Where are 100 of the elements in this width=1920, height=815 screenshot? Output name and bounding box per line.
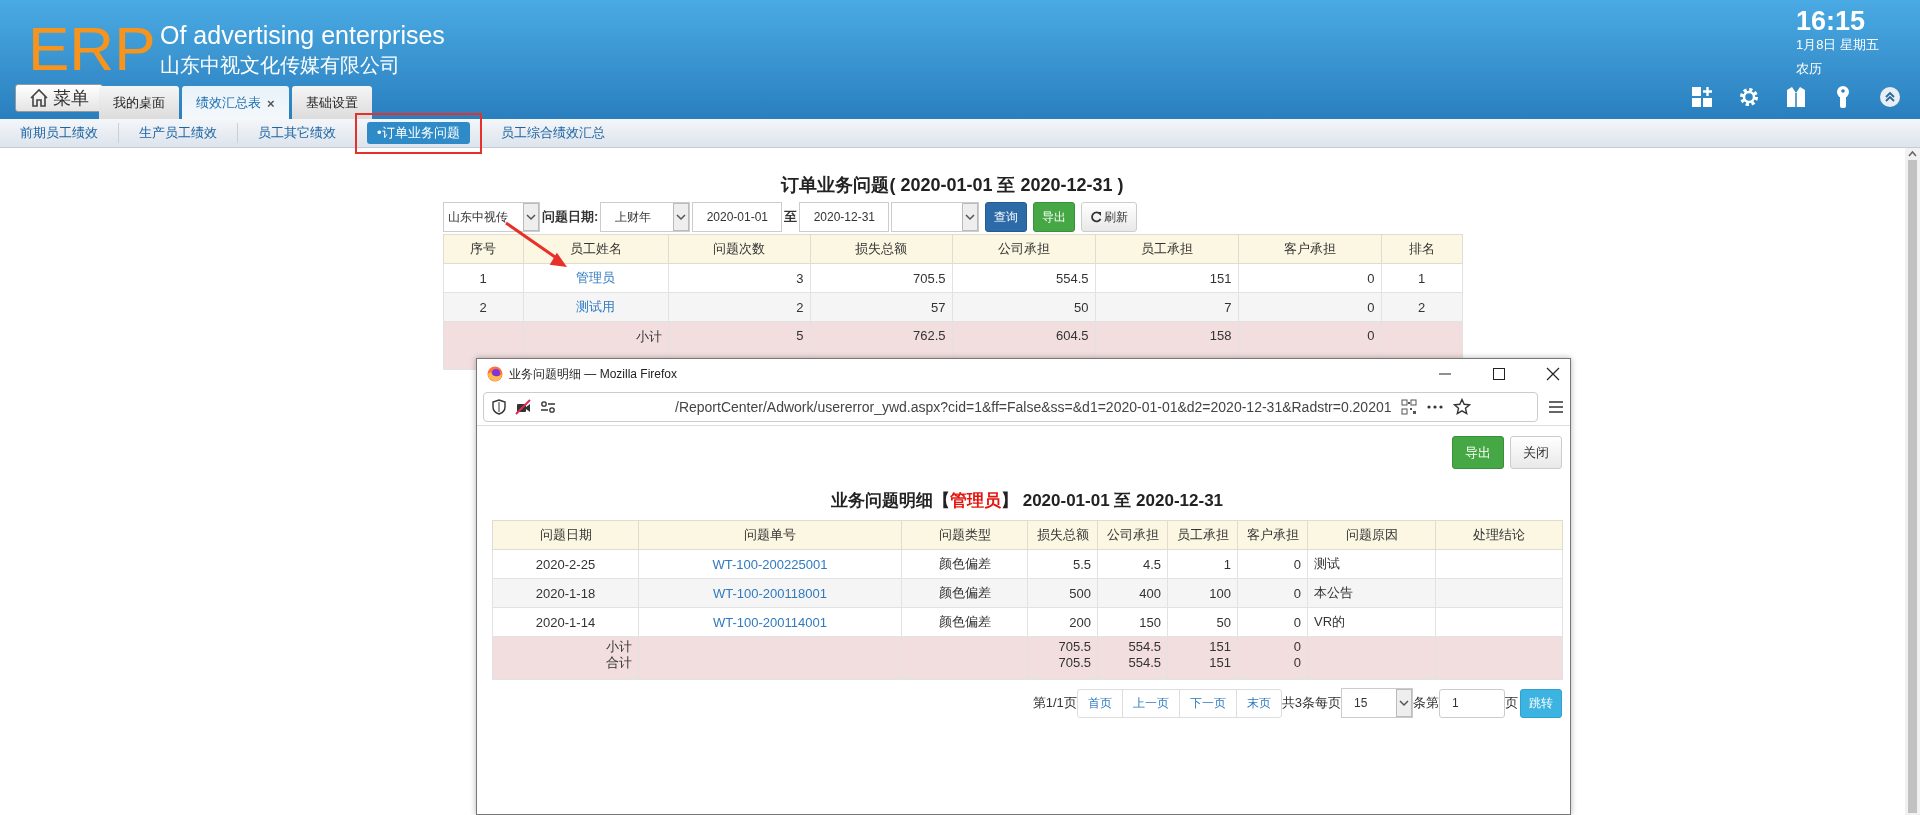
table-cell: 颜色偏差 [901, 578, 1028, 608]
table-cell: 2 [1381, 292, 1462, 322]
tab[interactable]: 我的桌面 [99, 86, 179, 119]
address-bar[interactable]: /ReportCenter/Adwork/usererror_ywd.aspx?cid=1&ff=False&ss=&d1=2020-01-01&d2=2020-12-31&Radstr=0.20201 [483, 392, 1538, 422]
sub-nav-tab[interactable]: 生产员工绩效 [129, 122, 227, 144]
export-button[interactable]: 导出 [1452, 436, 1504, 469]
lunar-calendar-link[interactable]: 农历 [1796, 58, 1900, 80]
column-header: 问题原因 [1307, 520, 1436, 550]
table-cell: 705.5 [810, 263, 952, 293]
table-cell: VR的 [1307, 607, 1436, 637]
tab[interactable]: 基础设置 [291, 86, 372, 119]
menu-button[interactable]: 菜单 [15, 84, 103, 112]
table-cell: 400 [1097, 578, 1168, 608]
date-label: 问题日期: [542, 208, 599, 226]
report-title: 订单业务问题( 2020-01-01 至 2020-12-31 ) [781, 174, 1124, 197]
table-cell: 7 [1095, 292, 1238, 322]
column-header: 员工承担 [1095, 234, 1238, 264]
table-cell: 0 [1238, 292, 1381, 322]
table-cell: 151 [1095, 263, 1238, 293]
table-cell: 50 [952, 292, 1095, 322]
pagination-link[interactable]: 下一页 [1178, 689, 1236, 717]
table-cell: 测试 [1307, 549, 1436, 579]
pagination-link[interactable]: 上一页 [1121, 689, 1179, 717]
permissions-icon[interactable] [540, 399, 556, 415]
maximize-icon[interactable] [1492, 367, 1506, 381]
column-header: 公司承担 [952, 234, 1095, 264]
collapse-icon[interactable] [1878, 85, 1902, 109]
refresh-icon[interactable] [1090, 211, 1103, 223]
table-cell: 100 [1167, 578, 1238, 608]
url-text: /ReportCenter/Adwork/usererror_ywd.aspx?cid=1&ff=False&ss=&d1=2020-01-01&d2=2020-12-31&Radstr=0.20201 [674, 399, 1392, 415]
table-cell: 500 [1027, 578, 1098, 608]
page-size-select[interactable]: 15 [1341, 688, 1413, 718]
table-cell: 200 [1027, 607, 1098, 637]
browser-logo-icon[interactable] [487, 366, 503, 382]
refresh-button[interactable]: 刷新 [1081, 202, 1138, 232]
record-count-text: 共3条每页 [1281, 694, 1341, 712]
table-cell: 3 [668, 263, 810, 293]
camera-blocked-icon[interactable] [515, 399, 531, 415]
table-cell: 150 [1097, 607, 1168, 637]
close-tab-button[interactable]: × [267, 95, 275, 111]
scrollbar-thumb[interactable] [1908, 160, 1917, 813]
query-button[interactable]: 查询 [985, 202, 1028, 232]
page-number-field[interactable]: 1 [1439, 688, 1505, 718]
date-from-field[interactable]: 2020-01-01 [692, 202, 783, 232]
table-cell: 2020-2-25 [492, 549, 639, 579]
table-cell: 2020-1-14 [492, 607, 639, 637]
bookmark-star-icon[interactable] [1452, 398, 1471, 416]
close-button[interactable]: 关闭 [1510, 436, 1562, 469]
table-cell: 554.5 [952, 263, 1095, 293]
date-to-field[interactable]: 2020-12-31 [799, 202, 890, 232]
column-header: 损失总额 [810, 234, 952, 264]
total-cell: 0 [1237, 655, 1308, 680]
total-label: 合计 [492, 655, 639, 680]
app-title: Of advertising enterprises [160, 20, 445, 50]
shirt-icon[interactable] [1784, 85, 1808, 109]
settings-icon[interactable] [1737, 85, 1761, 109]
column-header: 问题次数 [668, 234, 810, 264]
menu-icon[interactable] [1548, 400, 1564, 414]
table-cell: 57 [810, 292, 952, 322]
column-header: 公司承担 [1097, 520, 1168, 550]
company-select[interactable]: 山东中视传 [443, 202, 540, 232]
table-cell: 4.5 [1097, 549, 1168, 579]
column-header: 问题类型 [901, 520, 1028, 550]
tab[interactable]: 绩效汇总表 × [182, 86, 289, 120]
clock-date: 1月8日 星期五 [1796, 36, 1881, 54]
page-info: 第1/1页 [1032, 694, 1077, 712]
export-button[interactable]: 导出 [1033, 202, 1076, 232]
pagination-link[interactable]: 末页 [1235, 689, 1281, 717]
table-cell: 2 [668, 292, 810, 322]
column-header: 处理结论 [1435, 520, 1563, 550]
pagination-link[interactable]: 首页 [1077, 689, 1122, 717]
table-cell: 颜色偏差 [901, 549, 1028, 579]
home-icon[interactable] [29, 88, 49, 108]
table-cell: 5.5 [1027, 549, 1098, 579]
total-cell: 554.5 [1097, 655, 1168, 680]
page-suffix: 页 [1505, 694, 1518, 712]
to-label: 至 [784, 208, 798, 226]
table-cell: 0 [1238, 263, 1381, 293]
company-name: 山东中视文化传媒有限公司 [160, 53, 401, 78]
table-cell: 50 [1167, 607, 1238, 637]
column-header: 客户承担 [1237, 520, 1308, 550]
column-header: 排名 [1381, 234, 1462, 264]
total-cell: 151 [1167, 655, 1238, 680]
grid-plus-icon[interactable] [1690, 85, 1714, 109]
close-icon[interactable] [1546, 367, 1560, 381]
qr-code-icon[interactable] [1400, 399, 1417, 415]
page-label: 条第 [1413, 694, 1439, 712]
employee-link[interactable]: 管理员 [576, 270, 615, 285]
table-cell: 本公告 [1307, 578, 1436, 608]
sub-nav-tab[interactable]: •订单业务问题 [367, 122, 470, 144]
column-header: 客户承担 [1238, 234, 1381, 264]
table-cell: 1 [1381, 263, 1462, 293]
period-select[interactable]: 上财年 [600, 202, 691, 232]
employee-link[interactable]: 测试用 [576, 299, 615, 314]
sub-nav-tab[interactable]: 员工综合绩效汇总 [490, 122, 615, 144]
report-title: 业务问题明细【管理员】 2020-01-01 至 2020-12-31 [829, 490, 1225, 512]
sub-nav-tab[interactable]: 员工其它绩效 [248, 122, 346, 144]
shield-icon[interactable] [492, 399, 506, 415]
scrollbar[interactable] [1905, 148, 1920, 815]
sub-nav-tab[interactable]: 前期员工绩效 [10, 122, 108, 144]
